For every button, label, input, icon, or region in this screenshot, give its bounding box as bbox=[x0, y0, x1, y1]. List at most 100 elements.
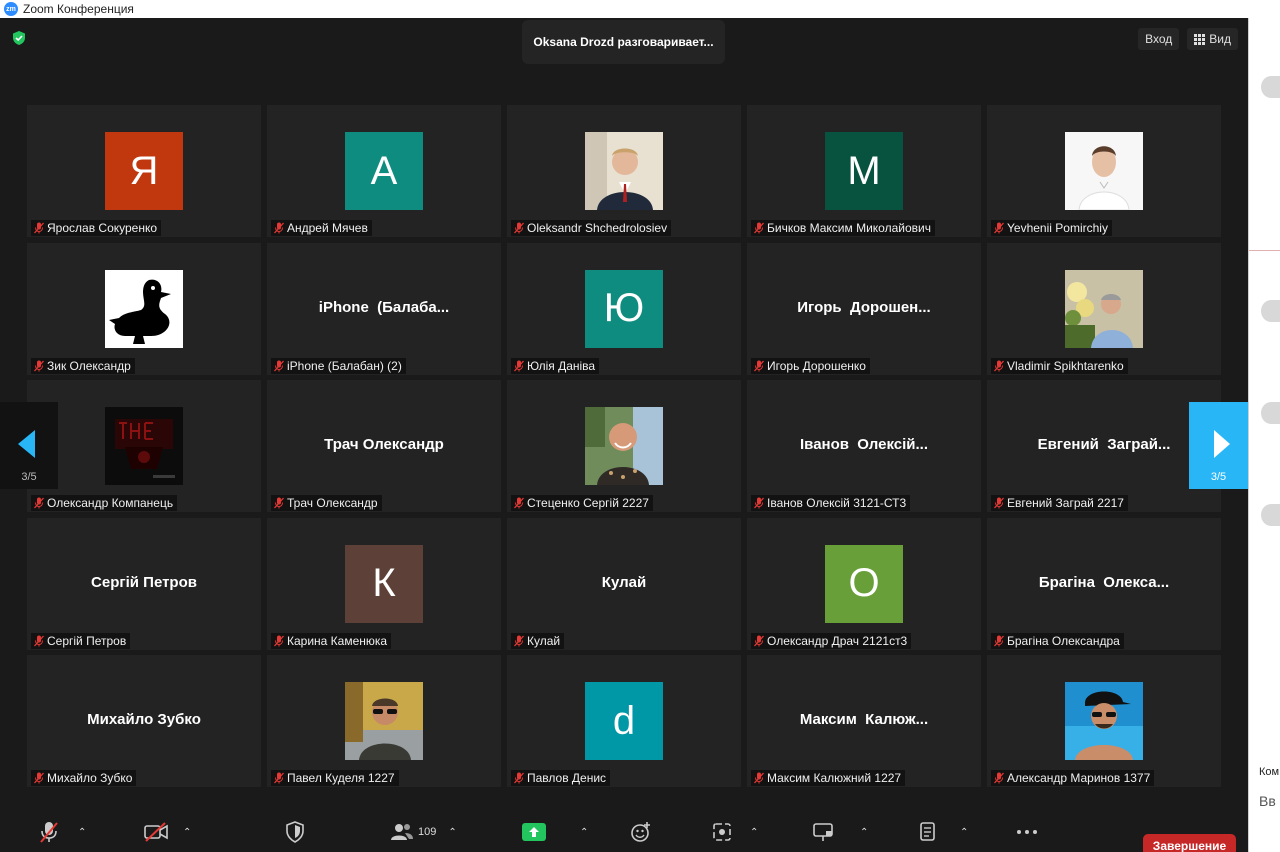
whiteboard-button[interactable]: ⌃ bbox=[812, 820, 868, 844]
participant-thumbnail[interactable] bbox=[1261, 402, 1280, 424]
apps-button[interactable]: ⌃ bbox=[712, 820, 758, 844]
participant-name-label: Кулай bbox=[511, 632, 565, 649]
participant-tile[interactable]: О Олександр Драч 2121ст3 bbox=[747, 517, 981, 650]
meeting-area: Oksana Drozd разговаривает... Вход Вид Я… bbox=[0, 18, 1248, 852]
chevron-up-icon[interactable]: ⌃ bbox=[78, 827, 86, 838]
participant-photo bbox=[105, 407, 183, 485]
zoom-logo-icon: zm bbox=[4, 2, 18, 16]
participant-tile[interactable]: К Карина Каменюка bbox=[267, 517, 501, 650]
participants-count: 109 bbox=[418, 826, 437, 838]
title-bar: zm Zoom Конференция bbox=[0, 0, 1280, 18]
participants-icon bbox=[391, 824, 413, 840]
participant-tile[interactable]: М Бичков Максим Миколайович bbox=[747, 105, 981, 237]
participant-tile[interactable]: Vladimir Spikhtarenko bbox=[987, 242, 1221, 375]
participant-tile[interactable]: Евгений Заграй... Евгений Заграй 2217 bbox=[987, 380, 1221, 512]
security-shield-icon[interactable] bbox=[11, 30, 27, 46]
participant-name-label: Михайло Зубко bbox=[31, 770, 137, 786]
participant-tile[interactable]: iPhone (Балаба... iPhone (Балабан) (2) bbox=[267, 242, 501, 375]
microphone-muted-icon bbox=[514, 222, 524, 234]
participant-name: Андрей Мячев bbox=[287, 221, 368, 235]
apps-icon bbox=[713, 823, 731, 841]
participants-button[interactable]: 109 ⌃ bbox=[390, 820, 457, 844]
participant-thumbnail[interactable] bbox=[1261, 300, 1280, 322]
microphone-muted-icon bbox=[994, 497, 1004, 509]
participant-name: Максим Калюжний 1227 bbox=[767, 771, 902, 785]
end-meeting-button[interactable]: Завершение bbox=[1143, 834, 1236, 852]
participant-name-label: Ярослав Сокуренко bbox=[31, 220, 162, 236]
microphone-muted-icon bbox=[34, 635, 44, 646]
participant-avatar: М bbox=[825, 132, 903, 210]
participant-tile[interactable]: Yevhenii Pomirchiy bbox=[987, 105, 1221, 237]
participant-tile[interactable]: d Павлов Денис bbox=[507, 655, 741, 787]
participant-name: Олександр Драч 2121ст3 bbox=[767, 633, 908, 648]
participant-tile[interactable]: Ю Юлія Данiва bbox=[507, 242, 741, 375]
participant-tile[interactable]: Стеценко Сергій 2227 bbox=[507, 380, 741, 512]
participant-display-name: Евгений Заграй... bbox=[1037, 436, 1171, 453]
participant-name: Yevhenii Pomirchiy bbox=[1007, 221, 1108, 235]
chevron-up-icon[interactable]: ⌃ bbox=[580, 827, 588, 838]
more-button[interactable] bbox=[1016, 820, 1038, 844]
participant-tile[interactable]: Максим Калюж... Максим Калюжний 1227 bbox=[747, 655, 981, 787]
participant-name-label: Бичков Максим Миколайович bbox=[751, 220, 935, 236]
participant-name: Стеценко Сергій 2227 bbox=[527, 496, 649, 510]
participant-tile[interactable]: Кулай Кулай bbox=[507, 517, 741, 650]
participant-photo bbox=[105, 269, 183, 348]
participant-tile[interactable]: Іванов Олексій... Іванов Олексій 3121-СТ3 bbox=[747, 380, 981, 512]
participant-tile[interactable]: Трач Олександр Трач Олександр bbox=[267, 380, 501, 512]
security-button[interactable] bbox=[285, 820, 305, 844]
participant-display-name: Михайло Зубко bbox=[87, 711, 201, 728]
participant-photo bbox=[1065, 132, 1143, 210]
participant-display-name: Максим Калюж... bbox=[799, 711, 929, 728]
participant-tile[interactable]: А Андрей Мячев bbox=[267, 105, 501, 237]
chevron-up-icon[interactable]: ⌃ bbox=[860, 827, 868, 838]
view-button[interactable]: Вид bbox=[1187, 28, 1238, 50]
microphone-muted-icon bbox=[514, 772, 524, 784]
participant-tile[interactable]: Михайло Зубко Михайло Зубко bbox=[27, 655, 261, 787]
participant-name-label: Игорь Дорошенко bbox=[751, 357, 870, 374]
chevron-up-icon[interactable]: ⌃ bbox=[183, 827, 191, 838]
participant-tile[interactable]: Игорь Дорошен... Игорь Дорошенко bbox=[747, 242, 981, 375]
participant-name-label: Стеценко Сергій 2227 bbox=[511, 495, 653, 511]
share-screen-button[interactable]: ⌃ bbox=[522, 820, 588, 844]
video-button[interactable]: ⌃ bbox=[143, 820, 191, 844]
participant-tile[interactable]: Олександр Компанець bbox=[27, 380, 261, 512]
microphone-muted-icon bbox=[274, 360, 284, 371]
participant-name: Евгений Заграй 2217 bbox=[1007, 496, 1124, 510]
video-off-icon bbox=[144, 822, 168, 842]
participant-tile[interactable]: Я Ярослав Сокуренко bbox=[27, 105, 261, 237]
participant-display-name: Игорь Дорошен... bbox=[797, 298, 931, 316]
participant-photo bbox=[1065, 269, 1143, 348]
participant-name-label: Евгений Заграй 2217 bbox=[991, 495, 1128, 511]
mute-button[interactable]: ⌃ bbox=[38, 820, 86, 844]
reactions-button[interactable] bbox=[630, 820, 652, 844]
previous-page-button[interactable]: 3/5 bbox=[0, 402, 58, 489]
participant-avatar: Ю bbox=[585, 269, 663, 348]
participant-tile[interactable]: Сергій Петров Сергій Петров bbox=[27, 517, 261, 650]
participant-tile[interactable]: Александр Маринов 1377 bbox=[987, 655, 1221, 787]
participant-tile[interactable]: Oleksandr Shchedrolosiev bbox=[507, 105, 741, 237]
microphone-muted-icon bbox=[754, 222, 764, 234]
chevron-up-icon[interactable]: ⌃ bbox=[750, 827, 758, 838]
enter-button[interactable]: Вход bbox=[1138, 28, 1180, 50]
participant-name-label: Іванов Олексій 3121-СТ3 bbox=[751, 495, 911, 511]
side-panel-input[interactable]: Вв bbox=[1259, 793, 1276, 809]
participant-display-name: Іванов Олексій... bbox=[800, 436, 928, 453]
side-panel-heading: Ком bbox=[1259, 766, 1280, 778]
chevron-up-icon[interactable]: ⌃ bbox=[448, 827, 456, 838]
participant-name-label: Vladimir Spikhtarenko bbox=[991, 357, 1128, 374]
participant-display-name: Сергій Петров bbox=[91, 573, 197, 591]
participant-display-name: Брагіна Олекса... bbox=[1038, 573, 1170, 591]
participant-tile[interactable]: Зик Олександр bbox=[27, 242, 261, 375]
participant-name-label: Олександр Компанець bbox=[31, 495, 178, 511]
meeting-toolbar: ⌃ ⌃ 109 ⌃ ⌃ ⌃ ⌃ ⌃ Завершение bbox=[0, 808, 1248, 852]
participant-thumbnail[interactable] bbox=[1261, 504, 1280, 526]
chevron-up-icon[interactable]: ⌃ bbox=[960, 827, 968, 838]
participant-tile[interactable]: Брагіна Олекса... Брагіна Олександра bbox=[987, 517, 1221, 650]
participant-tile[interactable]: Павел Куделя 1227 bbox=[267, 655, 501, 787]
participant-name: Александр Маринов 1377 bbox=[1007, 771, 1151, 785]
notes-button[interactable]: ⌃ bbox=[918, 820, 968, 844]
active-speaker-banner: Oksana Drozd разговаривает... bbox=[522, 20, 725, 64]
next-page-button[interactable]: 3/5 bbox=[1189, 402, 1248, 489]
participant-thumbnail[interactable] bbox=[1261, 76, 1280, 98]
microphone-muted-icon bbox=[994, 360, 1004, 371]
